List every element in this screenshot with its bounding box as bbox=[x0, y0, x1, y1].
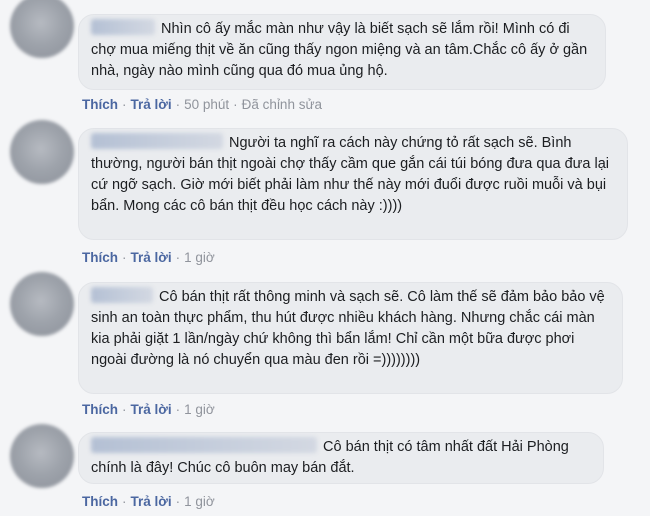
comment-actions: Thích · Trả lời · 1 giờ bbox=[82, 250, 215, 265]
comment-text: Nhìn cô ấy mắc màn như vậy là biết sạch … bbox=[91, 21, 588, 79]
comment-bubble: Nhìn cô ấy mắc màn như vậy là biết sạch … bbox=[78, 14, 606, 90]
reply-link[interactable]: Trả lời bbox=[131, 97, 172, 112]
separator-dot: · bbox=[175, 97, 181, 112]
like-link[interactable]: Thích bbox=[82, 494, 118, 509]
commenter-name-blurred[interactable] bbox=[91, 19, 155, 35]
comment-bubble: Cô bán thịt rất thông minh và sạch sẽ. C… bbox=[78, 282, 623, 394]
separator-dot: · bbox=[175, 494, 181, 509]
comment-time[interactable]: 1 giờ bbox=[184, 402, 215, 417]
edited-label[interactable]: Đã chỉnh sửa bbox=[242, 97, 322, 112]
comment-actions: Thích · Trả lời · 1 giờ bbox=[82, 494, 215, 509]
reply-link[interactable]: Trả lời bbox=[131, 494, 172, 509]
separator-dot: · bbox=[122, 97, 127, 112]
comment-bubble: Người ta nghĩ ra cách này chứng tỏ rất s… bbox=[78, 128, 628, 240]
comments-panel: Nhìn cô ấy mắc màn như vậy là biết sạch … bbox=[0, 0, 650, 516]
commenter-name-blurred[interactable] bbox=[91, 287, 153, 303]
like-link[interactable]: Thích bbox=[82, 402, 118, 417]
separator-dot: · bbox=[175, 402, 181, 417]
reply-link[interactable]: Trả lời bbox=[131, 250, 172, 265]
comment-time[interactable]: 50 phút bbox=[184, 97, 229, 112]
separator-dot: · bbox=[122, 250, 127, 265]
like-link[interactable]: Thích bbox=[82, 250, 118, 265]
avatar[interactable] bbox=[10, 272, 74, 336]
avatar[interactable] bbox=[10, 120, 74, 184]
reply-link[interactable]: Trả lời bbox=[131, 402, 172, 417]
commenter-name-blurred[interactable] bbox=[91, 437, 317, 453]
comment-bubble: Cô bán thịt có tâm nhất đất Hải Phòng ch… bbox=[78, 432, 604, 484]
comment-time[interactable]: 1 giờ bbox=[184, 494, 215, 509]
avatar[interactable] bbox=[10, 424, 74, 488]
like-link[interactable]: Thích bbox=[82, 97, 118, 112]
separator-dot: · bbox=[122, 402, 127, 417]
comment-text: Cô bán thịt rất thông minh và sạch sẽ. C… bbox=[91, 289, 605, 368]
comment-actions: Thích · Trả lời · 50 phút · Đã chỉnh sửa bbox=[82, 97, 322, 112]
separator-dot: · bbox=[175, 250, 181, 265]
comment-time[interactable]: 1 giờ bbox=[184, 250, 215, 265]
avatar[interactable] bbox=[10, 0, 74, 58]
separator-dot: · bbox=[233, 97, 238, 112]
separator-dot: · bbox=[122, 494, 127, 509]
comment-actions: Thích · Trả lời · 1 giờ bbox=[82, 402, 215, 417]
commenter-name-blurred[interactable] bbox=[91, 133, 223, 149]
